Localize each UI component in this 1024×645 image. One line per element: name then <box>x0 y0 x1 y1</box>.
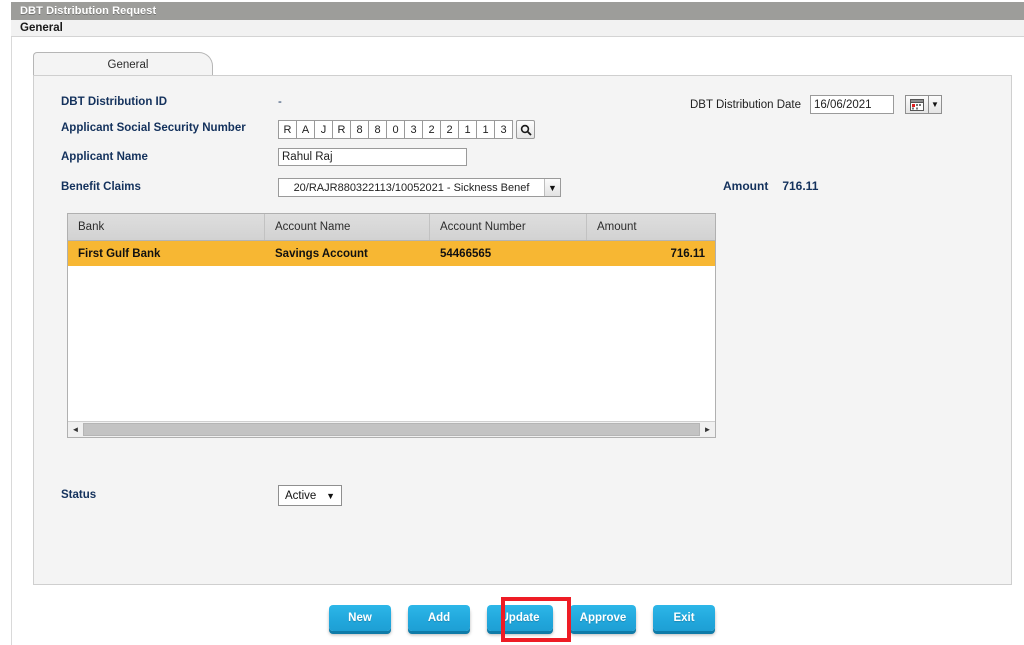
ssn-input-group: RAJR880322113 <box>278 120 535 139</box>
ssn-char-box-5[interactable]: 8 <box>368 120 387 139</box>
approve-button[interactable]: Approve <box>570 605 636 631</box>
ssn-char-box-0[interactable]: R <box>278 120 297 139</box>
menubar: General <box>11 20 1024 37</box>
calendar-dropdown-arrow[interactable]: ▼ <box>929 95 942 114</box>
tabstrip: General <box>33 52 1012 76</box>
ssn-char-box-8[interactable]: 2 <box>422 120 441 139</box>
grid-header-row: Bank Account Name Account Number Amount <box>68 214 715 241</box>
field-ssn: Applicant Social Security Number <box>61 122 246 134</box>
chevron-down-icon[interactable]: ▼ <box>544 179 560 196</box>
form-panel: DBT Distribution ID - DBT Distribution D… <box>33 75 1012 585</box>
ssn-char-box-11[interactable]: 1 <box>476 120 495 139</box>
applicant-name-label: Applicant Name <box>61 151 148 163</box>
benefit-claims-selected-text: 20/RAJR880322113/10052021 - Sickness Ben… <box>293 181 530 194</box>
ssn-character-boxes[interactable]: RAJR880322113 <box>278 120 513 139</box>
triangle-right-icon[interactable]: ► <box>700 422 715 437</box>
magnifier-glyph <box>520 124 532 136</box>
benefit-claims-label: Benefit Claims <box>61 181 141 193</box>
new-button[interactable]: New <box>329 605 391 631</box>
action-button-bar: New Add Update Approve Exit <box>0 598 1024 638</box>
field-applicant-name: Applicant Name <box>61 151 148 163</box>
column-header-amount[interactable]: Amount <box>587 214 715 240</box>
left-border <box>11 37 12 645</box>
cell-bank: First Gulf Bank <box>78 247 161 260</box>
column-header-bank[interactable]: Bank <box>68 214 265 240</box>
calendar-glyph <box>910 98 924 111</box>
cell-amount: 716.11 <box>670 247 705 260</box>
update-button[interactable]: Update <box>487 605 553 631</box>
grid-body: First Gulf Bank Savings Account 54466565… <box>68 241 715 421</box>
ssn-char-box-4[interactable]: 8 <box>350 120 369 139</box>
distribution-id-label: DBT Distribution ID <box>61 96 168 108</box>
ssn-char-box-7[interactable]: 3 <box>404 120 423 139</box>
ssn-label: Applicant Social Security Number <box>61 122 246 134</box>
ssn-char-box-1[interactable]: A <box>296 120 315 139</box>
distribution-date-input[interactable] <box>810 95 894 114</box>
ssn-char-box-10[interactable]: 1 <box>458 120 477 139</box>
accounts-grid: Bank Account Name Account Number Amount … <box>67 213 716 438</box>
tab-general[interactable]: General <box>33 52 213 76</box>
column-header-account-number[interactable]: Account Number <box>430 214 587 240</box>
menu-item-general[interactable]: General <box>16 22 67 34</box>
ssn-char-box-9[interactable]: 2 <box>440 120 459 139</box>
benefit-claims-select[interactable]: 20/RAJR880322113/10052021 - Sickness Ben… <box>278 178 561 197</box>
status-select[interactable]: Active ▼ <box>278 485 342 506</box>
applicant-name-input[interactable] <box>278 148 467 166</box>
ssn-char-box-2[interactable]: J <box>314 120 333 139</box>
triangle-left-icon[interactable]: ◄ <box>68 422 83 437</box>
field-status: Status <box>61 489 96 501</box>
application-window: DBT Distribution Request General General… <box>0 0 1024 645</box>
amount-display: Amount 716.11 <box>723 179 818 193</box>
grid-horizontal-scrollbar[interactable]: ◄ ► <box>68 421 715 437</box>
ssn-char-box-6[interactable]: 0 <box>386 120 405 139</box>
search-icon[interactable] <box>516 120 535 139</box>
field-distribution-id: DBT Distribution ID <box>61 96 167 108</box>
column-header-account-name[interactable]: Account Name <box>265 214 430 240</box>
cell-account-number: 54466565 <box>440 247 492 260</box>
scrollbar-track[interactable] <box>83 422 700 437</box>
distribution-id-value-wrap: - <box>278 96 282 108</box>
cell-account-name: Savings Account <box>275 247 368 260</box>
ssn-char-box-3[interactable]: R <box>332 120 351 139</box>
amount-value: 716.11 <box>782 179 819 193</box>
scrollbar-thumb[interactable] <box>83 423 700 436</box>
distribution-id-value: - <box>278 96 282 108</box>
calendar-icon[interactable] <box>905 95 929 114</box>
window-titlebar: DBT Distribution Request <box>11 2 1024 20</box>
ssn-char-box-12[interactable]: 3 <box>494 120 513 139</box>
window-title: DBT Distribution Request <box>20 5 157 17</box>
status-selected-text: Active <box>285 489 317 502</box>
tab-general-label: General <box>107 58 149 71</box>
table-row[interactable]: First Gulf Bank Savings Account 54466565… <box>68 241 715 266</box>
field-distribution-date: DBT Distribution Date ▼ <box>690 95 942 114</box>
field-benefit-claims: Benefit Claims <box>61 181 141 193</box>
exit-button[interactable]: Exit <box>653 605 715 631</box>
distribution-date-label: DBT Distribution Date <box>690 98 801 111</box>
chevron-down-icon[interactable]: ▼ <box>326 491 335 501</box>
add-button[interactable]: Add <box>408 605 470 631</box>
status-label: Status <box>61 489 97 501</box>
amount-label: Amount <box>723 179 769 193</box>
